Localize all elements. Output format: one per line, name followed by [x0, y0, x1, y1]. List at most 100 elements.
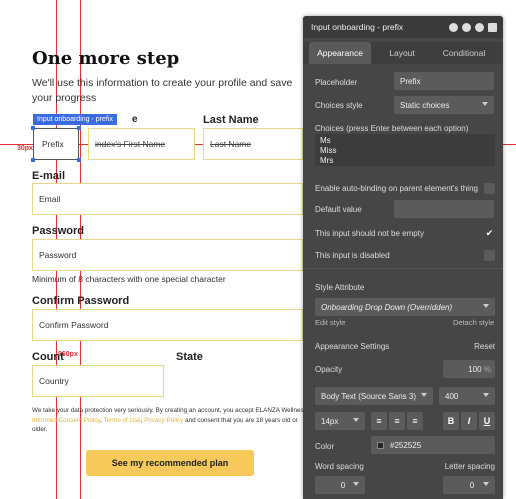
- color-label: Color: [315, 442, 335, 451]
- default-value-label: Default value: [315, 205, 362, 214]
- choice-item: Miss: [320, 146, 337, 155]
- align-center-icon[interactable]: ≡: [389, 412, 405, 430]
- choices-style-dropdown[interactable]: Static choices: [394, 96, 494, 114]
- chevron-down-icon: [483, 482, 489, 486]
- comment-icon[interactable]: [475, 22, 484, 32]
- confirm-password-placeholder: Confirm Password: [39, 320, 109, 330]
- weight-value: 400: [445, 391, 459, 401]
- page-subtitle: We'll use this information to create you…: [32, 77, 293, 104]
- state-label: State: [176, 351, 203, 363]
- italic-button[interactable]: I: [461, 412, 477, 430]
- close-icon[interactable]: [488, 22, 497, 32]
- opacity-value: 100: [468, 364, 482, 374]
- color-picker[interactable]: #252525: [371, 436, 495, 454]
- chevron-down-icon: [353, 482, 359, 486]
- placeholder-label: Placeholder: [315, 78, 358, 87]
- legal-text-part: We take your data protection very seriou…: [32, 407, 312, 414]
- password-placeholder: Password: [39, 250, 77, 260]
- see-plan-button-label: See my recommended plan: [111, 458, 229, 468]
- spacing-labels-row: Word spacing Letter spacing: [315, 462, 495, 471]
- word-spacing-value: 0: [340, 480, 346, 490]
- prefix-dropdown-value: Prefix: [42, 139, 64, 149]
- last-name-input[interactable]: Last Name: [203, 128, 303, 160]
- chevron-down-icon: [483, 304, 489, 308]
- opacity-unit: %: [483, 364, 491, 374]
- font-size-value: 14px: [321, 416, 339, 426]
- font-size-dropdown[interactable]: 14px: [315, 412, 365, 430]
- privacy-link[interactable]: Privacy Policy: [144, 417, 183, 424]
- country-label: Count: [32, 351, 64, 363]
- choices-style-label: Choices style: [315, 101, 363, 110]
- first-name-label-tail: e: [132, 114, 138, 125]
- bold-button[interactable]: B: [443, 412, 459, 430]
- reset-link[interactable]: Reset: [474, 342, 495, 351]
- legal-text: We take your data protection very seriou…: [32, 406, 312, 435]
- chevron-down-icon: [353, 418, 359, 422]
- password-hint: Minimum of 8 characters with one special…: [32, 274, 226, 284]
- email-input[interactable]: Email: [32, 183, 303, 215]
- style-dropdown[interactable]: Onboarding Drop Down (Overridden): [315, 298, 495, 316]
- disabled-row: This input is disabled: [315, 250, 495, 261]
- choices-row: Choices (press Enter between each option…: [315, 124, 495, 133]
- placeholder-input[interactable]: Prefix: [394, 72, 494, 90]
- email-label: E-mail: [32, 170, 66, 182]
- underline-button[interactable]: U: [479, 412, 495, 430]
- play-icon[interactable]: [449, 22, 458, 32]
- opacity-label: Opacity: [315, 365, 343, 374]
- tab-layout[interactable]: Layout: [371, 42, 433, 64]
- country-placeholder: Country: [39, 376, 69, 386]
- choice-item: Mrs: [320, 156, 334, 165]
- appearance-settings-label: Appearance Settings: [315, 342, 390, 351]
- style-value: Onboarding Drop Down (Overridden): [321, 302, 453, 312]
- letter-spacing-label: Letter spacing: [444, 462, 495, 471]
- chevron-down-icon: [483, 393, 489, 397]
- word-spacing-stepper[interactable]: 0: [315, 476, 365, 494]
- align-right-icon[interactable]: ≡: [407, 412, 423, 430]
- autobinding-label: Enable auto-binding on parent element's …: [315, 184, 478, 193]
- resize-handle[interactable]: [31, 126, 35, 130]
- country-dropdown[interactable]: Country: [32, 365, 164, 397]
- property-editor-panel: Input onboarding - prefix Appearance Lay…: [303, 16, 503, 499]
- prefix-dropdown[interactable]: Prefix: [33, 128, 79, 160]
- not-empty-label: This input should not be empty: [315, 229, 424, 238]
- choices-label: Choices (press Enter between each option…: [315, 124, 469, 133]
- confirm-password-input[interactable]: Confirm Password: [32, 309, 303, 341]
- weight-dropdown[interactable]: 400: [439, 387, 495, 405]
- resize-handle[interactable]: [77, 158, 81, 162]
- first-name-placeholder: index's First Name: [95, 139, 166, 149]
- tab-appearance[interactable]: Appearance: [309, 42, 371, 64]
- not-empty-checkbox[interactable]: ✔: [484, 228, 495, 239]
- disabled-label: This input is disabled: [315, 251, 390, 260]
- font-dropdown[interactable]: Body Text (Source Sans 3): [315, 387, 433, 405]
- chevron-down-icon: [482, 102, 488, 106]
- consent-policy-link[interactable]: Informed Consent Policy: [32, 417, 100, 424]
- choices-textarea[interactable]: Ms Miss Mrs: [315, 134, 495, 166]
- resize-handle[interactable]: [31, 158, 35, 162]
- panel-header: Input onboarding - prefix: [303, 16, 503, 38]
- tab-conditional[interactable]: Conditional: [433, 42, 495, 64]
- selection-badge-label: Input onboarding - prefix: [37, 116, 113, 123]
- divider: [303, 268, 503, 269]
- password-label: Password: [32, 225, 84, 237]
- autobinding-row: Enable auto-binding on parent element's …: [315, 183, 495, 194]
- password-input[interactable]: Password: [32, 239, 303, 271]
- resize-handle[interactable]: [77, 126, 81, 130]
- default-value-input[interactable]: [394, 200, 494, 218]
- letter-spacing-stepper[interactable]: 0: [443, 476, 495, 494]
- align-left-icon[interactable]: ≡: [371, 412, 387, 430]
- first-name-input[interactable]: index's First Name: [88, 128, 195, 160]
- guide-margin-label: 30px: [17, 145, 33, 152]
- not-empty-row: This input should not be empty ✔: [315, 228, 495, 239]
- edit-style-link[interactable]: Edit style: [315, 318, 345, 327]
- terms-link[interactable]: Terms of Use: [104, 417, 141, 424]
- word-spacing-label: Word spacing: [315, 462, 364, 471]
- see-plan-button[interactable]: See my recommended plan: [86, 450, 254, 476]
- style-attribute-label: Style Attribute: [315, 283, 365, 292]
- color-swatch: [377, 441, 384, 449]
- info-icon[interactable]: [462, 22, 471, 32]
- opacity-input[interactable]: 100 %: [443, 360, 495, 378]
- selection-badge[interactable]: Input onboarding - prefix: [33, 114, 117, 125]
- detach-style-link[interactable]: Detach style: [453, 318, 494, 327]
- autobinding-checkbox[interactable]: [484, 183, 495, 194]
- disabled-checkbox[interactable]: [484, 250, 495, 261]
